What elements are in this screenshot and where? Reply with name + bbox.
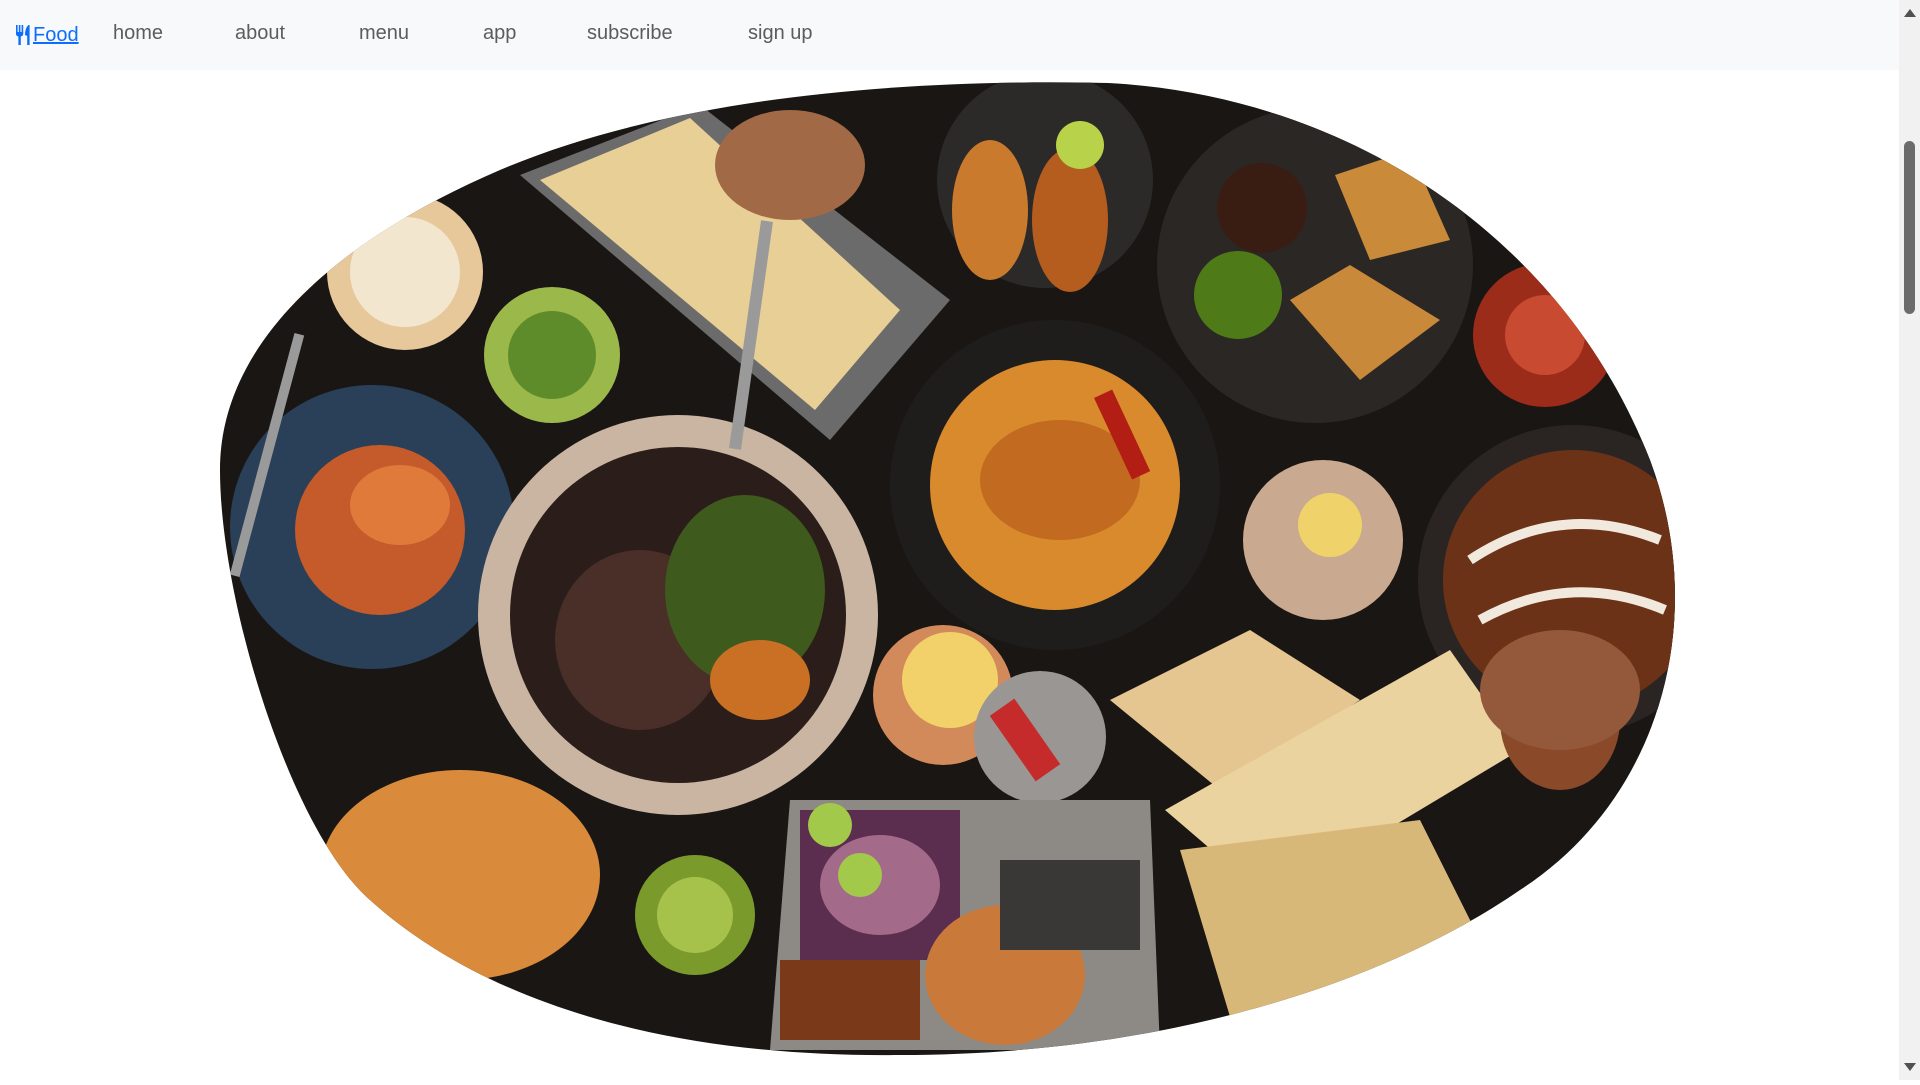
utensils-icon xyxy=(16,25,30,45)
hero-section xyxy=(0,70,1899,1080)
page-scrollbar[interactable] xyxy=(1899,0,1920,1080)
brand-label: Food xyxy=(33,23,79,46)
nav-link-about[interactable]: about xyxy=(235,22,285,45)
scroll-up-arrow-icon[interactable] xyxy=(1904,9,1916,17)
scroll-thumb[interactable] xyxy=(1904,141,1915,314)
nav-link-menu[interactable]: menu xyxy=(359,22,409,45)
nav-link-home[interactable]: home xyxy=(113,22,163,45)
nav-link-sign-up[interactable]: sign up xyxy=(748,22,813,45)
navbar: Food home about menu app subscribe sign … xyxy=(0,0,1899,70)
scroll-down-arrow-icon[interactable] xyxy=(1904,1063,1916,1071)
hero-food-image xyxy=(220,82,1675,1056)
brand-link[interactable]: Food xyxy=(14,24,79,47)
nav-link-subscribe[interactable]: subscribe xyxy=(587,22,673,45)
nav-link-app[interactable]: app xyxy=(483,22,516,45)
